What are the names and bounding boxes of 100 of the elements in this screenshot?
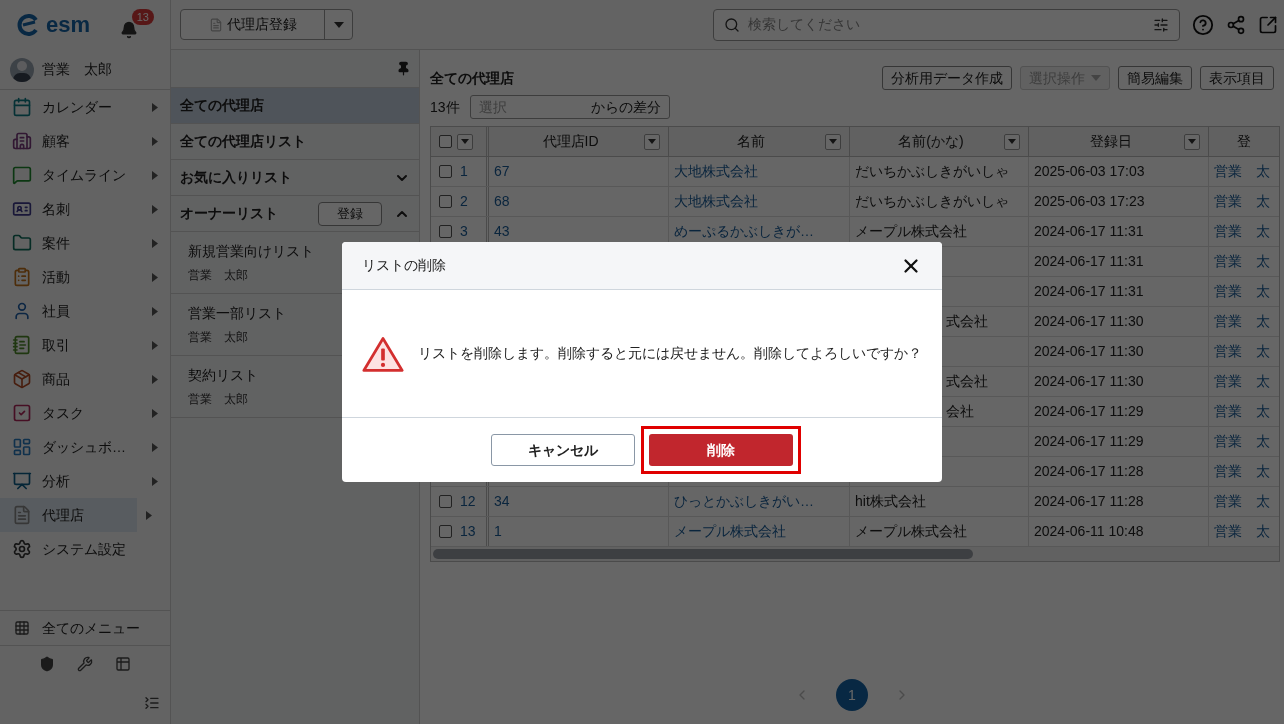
column-menu-button[interactable] [825, 133, 841, 150]
box-icon [12, 369, 32, 389]
agency-name-link[interactable]: めーぷるかぶしきが… [674, 221, 814, 242]
row-checkbox[interactable] [439, 495, 452, 508]
all-menu-item[interactable]: 全てのメニュー [0, 610, 170, 646]
column-header[interactable]: 登録日 [1037, 131, 1184, 152]
search-icon [724, 16, 740, 33]
table-cell-text: 2024-06-17 11:28 [1034, 492, 1144, 511]
agency-id-link[interactable]: 1 [494, 521, 502, 542]
row-number: 2 [460, 192, 468, 211]
shield-icon[interactable] [39, 656, 55, 672]
table-icon[interactable] [115, 656, 131, 672]
owner-link[interactable]: 営業 太 [1214, 281, 1270, 302]
notification-button[interactable]: 13 [118, 9, 154, 41]
record-count: 13件 [430, 97, 460, 117]
row-checkbox[interactable] [439, 225, 452, 238]
nav-label: 商品 [42, 369, 71, 389]
nav-item[interactable]: ダッシュボ… [0, 430, 170, 464]
owner-link[interactable]: 営業 太 [1214, 431, 1270, 452]
owner-link[interactable]: 営業 太 [1214, 161, 1270, 182]
table-cell-text: だいちかぶしきがいしゃ [855, 162, 1009, 181]
owner-link[interactable]: 営業 太 [1214, 191, 1270, 212]
table-cell-text: 会社 [946, 402, 974, 421]
owner-link[interactable]: 営業 太 [1214, 251, 1270, 272]
owner-link[interactable]: 営業 太 [1214, 341, 1270, 362]
user-name[interactable]: 営業 太郎 [42, 59, 112, 80]
nav-item[interactable]: 商品 [0, 362, 170, 396]
row-number: 13 [460, 522, 476, 541]
owner-link[interactable]: 営業 太 [1214, 371, 1270, 392]
row-checkbox[interactable] [439, 165, 452, 178]
folder-icon [12, 233, 32, 253]
agency-id-link[interactable]: 34 [494, 491, 510, 512]
table-cell-text: 2024-06-11 10:48 [1034, 522, 1144, 541]
filter-icon[interactable] [1153, 16, 1169, 33]
column-header[interactable]: 名前(かな) [858, 131, 1004, 152]
column-menu-button[interactable] [644, 133, 660, 150]
column-menu-button[interactable] [1184, 133, 1200, 150]
agency-name-link[interactable]: 大地株式会社 [674, 161, 758, 182]
row-checkbox[interactable] [439, 195, 452, 208]
agency-name-link[interactable]: ひっとかぶしきがい… [674, 491, 814, 512]
nav-item[interactable]: タイムライン [0, 158, 170, 192]
agency-name-link[interactable]: 大地株式会社 [674, 191, 758, 212]
nav-label: タスク [42, 403, 85, 423]
nav-item[interactable]: 名刺 [0, 192, 170, 226]
column-menu-button[interactable] [1004, 133, 1020, 150]
caret-icon [1091, 75, 1101, 81]
wrench-icon[interactable] [77, 656, 93, 672]
owner-link[interactable]: 営業 太 [1214, 491, 1270, 512]
owner-link[interactable]: 営業 太 [1214, 401, 1270, 422]
help-icon[interactable] [1192, 13, 1214, 36]
agency-name-link[interactable]: メープル株式会社 [674, 521, 786, 542]
column-header[interactable]: 名前 [677, 131, 825, 152]
section-header[interactable]: お気に入りリスト [171, 160, 419, 196]
notebook-icon [12, 335, 32, 355]
owner-link[interactable]: 営業 太 [1214, 311, 1270, 332]
section-header[interactable]: オーナーリスト 登録 [171, 196, 419, 232]
select-all-checkbox[interactable] [439, 135, 452, 148]
nav-item[interactable]: システム設定 [0, 532, 170, 566]
nav-item[interactable]: 分析 [0, 464, 170, 498]
table-cell-text: 2024-06-17 11:31 [1034, 252, 1144, 271]
agency-id-link[interactable]: 43 [494, 221, 510, 242]
table-cell-text: 式会社 [946, 312, 988, 331]
document-icon [208, 17, 223, 32]
page-button[interactable]: 1 [836, 679, 868, 711]
nav-item[interactable]: 案件 [0, 226, 170, 260]
notification-badge: 13 [131, 9, 154, 25]
table-cell-text: 2024-06-17 11:29 [1034, 432, 1144, 451]
external-link-icon[interactable] [1258, 14, 1278, 35]
cancel-button[interactable]: キャンセル [491, 434, 635, 466]
toolbar-button[interactable]: 表示項目 [1200, 66, 1274, 90]
list-owner: 営業 太郎 [188, 329, 249, 346]
nav-item[interactable]: タスク [0, 396, 170, 430]
share-icon[interactable] [1226, 14, 1246, 35]
register-button[interactable]: 登録 [318, 201, 382, 226]
owner-link[interactable]: 営業 太 [1214, 461, 1270, 482]
toolbar-button[interactable]: 分析用データ作成 [882, 66, 1012, 90]
delete-button[interactable]: 削除 [649, 434, 793, 466]
pin-icon[interactable] [396, 61, 411, 76]
dropdown-toggle[interactable] [457, 133, 473, 150]
nav-item[interactable]: 顧客 [0, 124, 170, 158]
column-header[interactable]: 登 [1217, 131, 1271, 152]
toolbar-button[interactable]: 簡易編集 [1118, 66, 1192, 90]
column-header[interactable]: 代理店ID [497, 131, 644, 152]
agency-id-link[interactable]: 68 [494, 191, 510, 212]
chart-board-icon [12, 471, 32, 491]
list-panel-item[interactable]: 全ての代理店 [171, 88, 419, 124]
horizontal-scrollbar[interactable] [433, 549, 973, 559]
nav-item[interactable]: 活動 [0, 260, 170, 294]
nav-item[interactable]: 取引 [0, 328, 170, 362]
row-checkbox[interactable] [439, 525, 452, 538]
nav-item[interactable]: カレンダー [0, 90, 170, 124]
collapse-icon[interactable] [144, 695, 160, 711]
nav-item[interactable]: 社員 [0, 294, 170, 328]
owner-link[interactable]: 営業 太 [1214, 521, 1270, 542]
table-cell-text: hit株式会社 [855, 492, 926, 511]
table-cell-text: メープル株式会社 [855, 522, 967, 541]
page-title: 全ての代理店 [430, 68, 514, 88]
agency-id-link[interactable]: 67 [494, 161, 510, 182]
owner-link[interactable]: 営業 太 [1214, 221, 1270, 242]
avatar [10, 57, 34, 82]
